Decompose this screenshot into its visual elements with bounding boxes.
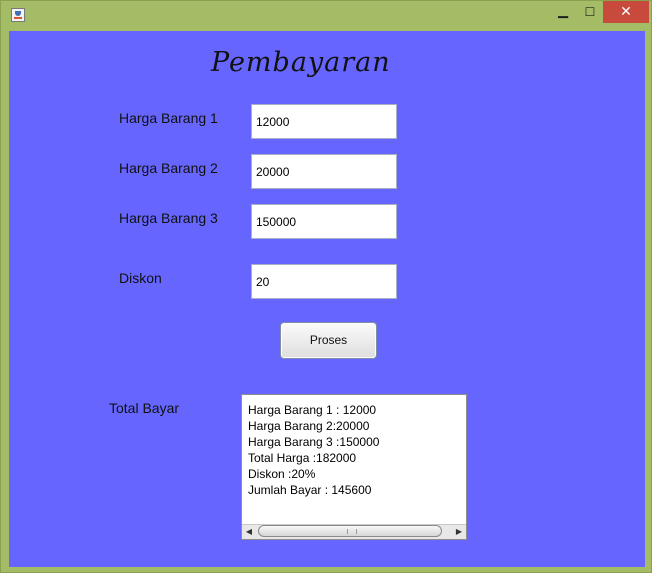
java-app-icon[interactable] (11, 8, 25, 22)
app-window: ▁ ☐ ✕ Pembayaran Harga Barang 1 12000 Ha… (0, 0, 652, 573)
output-line: Total Harga :182000 (248, 451, 357, 465)
harga-barang-1-label: Harga Barang 1 (119, 110, 218, 126)
total-bayar-label: Total Bayar (109, 400, 180, 416)
proses-button[interactable]: Proses (280, 322, 377, 359)
scrollbar-thumb[interactable] (258, 525, 442, 537)
scrollbar-grip (347, 529, 357, 534)
output-line: Diskon :20% (248, 467, 316, 481)
minimize-button[interactable]: ▁ (550, 1, 576, 23)
page-title: Pembayaran (211, 47, 391, 78)
maximize-button[interactable]: ☐ (577, 1, 603, 23)
diskon-label: Diskon (119, 270, 162, 286)
harga-barang-2-input[interactable]: 20000 (251, 154, 397, 189)
diskon-input[interactable]: 20 (251, 264, 397, 299)
output-line: Jumlah Bayar : 145600 (248, 483, 372, 497)
harga-barang-1-input[interactable]: 12000 (251, 104, 397, 139)
output-line: Harga Barang 1 : 12000 (248, 403, 377, 417)
harga-barang-3-input[interactable]: 150000 (251, 204, 397, 239)
output-line: Harga Barang 3 :150000 (248, 435, 380, 449)
output-textarea[interactable]: Harga Barang 1 : 12000 Harga Barang 2:20… (241, 394, 467, 540)
output-line: Harga Barang 2:20000 (248, 419, 370, 433)
close-button[interactable]: ✕ (603, 1, 649, 23)
harga-barang-3-label: Harga Barang 3 (119, 210, 218, 226)
scroll-right-arrow-icon[interactable]: ▶ (452, 525, 466, 539)
horizontal-scrollbar[interactable]: ◀ ▶ (242, 524, 466, 539)
harga-barang-2-label: Harga Barang 2 (119, 160, 218, 176)
output-lines: Harga Barang 1 : 12000 Harga Barang 2:20… (248, 402, 379, 498)
title-bar[interactable]: ▁ ☐ ✕ (1, 1, 651, 31)
scroll-left-arrow-icon[interactable]: ◀ (242, 525, 256, 539)
form-panel: Pembayaran Harga Barang 1 12000 Harga Ba… (9, 31, 645, 567)
